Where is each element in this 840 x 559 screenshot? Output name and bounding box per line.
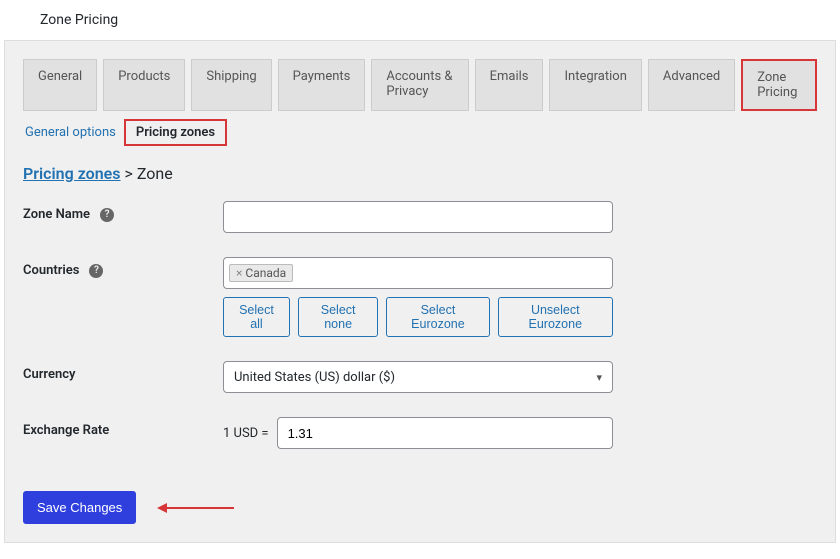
- row-currency: Currency United States (US) dollar ($) ▾: [5, 349, 835, 405]
- save-row: Save Changes: [5, 461, 835, 542]
- countries-input[interactable]: × Canada: [223, 257, 613, 289]
- country-chip: × Canada: [229, 264, 293, 282]
- tab-emails[interactable]: Emails: [475, 59, 544, 111]
- label-countries-text: Countries: [23, 263, 79, 278]
- currency-select[interactable]: United States (US) dollar ($) ▾: [223, 361, 613, 393]
- tab-integration[interactable]: Integration: [549, 59, 641, 111]
- row-exchange-rate: Exchange Rate 1 USD =: [5, 405, 835, 461]
- tab-zone-pricing[interactable]: Zone Pricing: [741, 59, 817, 111]
- tab-advanced[interactable]: Advanced: [648, 59, 735, 111]
- page-title: Zone Pricing: [0, 0, 840, 40]
- subtabs-row: General options Pricing zones: [5, 111, 835, 146]
- countries-button-row: Select all Select none Select Eurozone U…: [223, 297, 613, 337]
- subtab-general-options[interactable]: General options: [23, 121, 118, 144]
- select-none-button[interactable]: Select none: [298, 297, 378, 337]
- label-currency-text: Currency: [23, 367, 75, 382]
- chip-label: Canada: [245, 266, 286, 280]
- tab-accounts-privacy[interactable]: Accounts & Privacy: [371, 59, 468, 111]
- label-currency: Currency: [23, 361, 223, 382]
- tab-payments[interactable]: Payments: [278, 59, 366, 111]
- tab-general[interactable]: General: [23, 59, 97, 111]
- help-icon[interactable]: ?: [100, 208, 114, 222]
- label-countries: Countries ?: [23, 257, 223, 278]
- tab-products[interactable]: Products: [103, 59, 185, 111]
- label-exchange-rate-text: Exchange Rate: [23, 423, 109, 438]
- arrow-annotation: [154, 507, 234, 509]
- zone-name-input[interactable]: [223, 201, 613, 233]
- settings-panel: General Products Shipping Payments Accou…: [4, 40, 836, 543]
- unselect-eurozone-button[interactable]: Unselect Eurozone: [498, 297, 613, 337]
- tab-shipping[interactable]: Shipping: [191, 59, 271, 111]
- label-zone-name-text: Zone Name: [23, 207, 90, 222]
- select-eurozone-button[interactable]: Select Eurozone: [386, 297, 489, 337]
- subtab-pricing-zones[interactable]: Pricing zones: [124, 119, 227, 146]
- breadcrumb-sep: >: [121, 164, 137, 183]
- chevron-down-icon: ▾: [596, 371, 602, 384]
- exchange-rate-input[interactable]: [277, 417, 613, 449]
- breadcrumb-link-pricing-zones[interactable]: Pricing zones: [23, 164, 121, 183]
- save-button[interactable]: Save Changes: [23, 491, 136, 524]
- close-icon[interactable]: ×: [236, 266, 242, 280]
- label-exchange-rate: Exchange Rate: [23, 417, 223, 438]
- tabs-row: General Products Shipping Payments Accou…: [5, 41, 835, 111]
- exchange-prefix: 1 USD =: [223, 426, 269, 441]
- label-zone-name: Zone Name ?: [23, 201, 223, 222]
- select-all-button[interactable]: Select all: [223, 297, 290, 337]
- row-countries: Countries ? × Canada Select all Select n…: [5, 245, 835, 349]
- breadcrumb-current: Zone: [137, 164, 173, 183]
- breadcrumb: Pricing zones > Zone: [5, 146, 835, 189]
- currency-selected: United States (US) dollar ($): [234, 370, 395, 385]
- help-icon[interactable]: ?: [89, 264, 103, 278]
- row-zone-name: Zone Name ?: [5, 189, 835, 245]
